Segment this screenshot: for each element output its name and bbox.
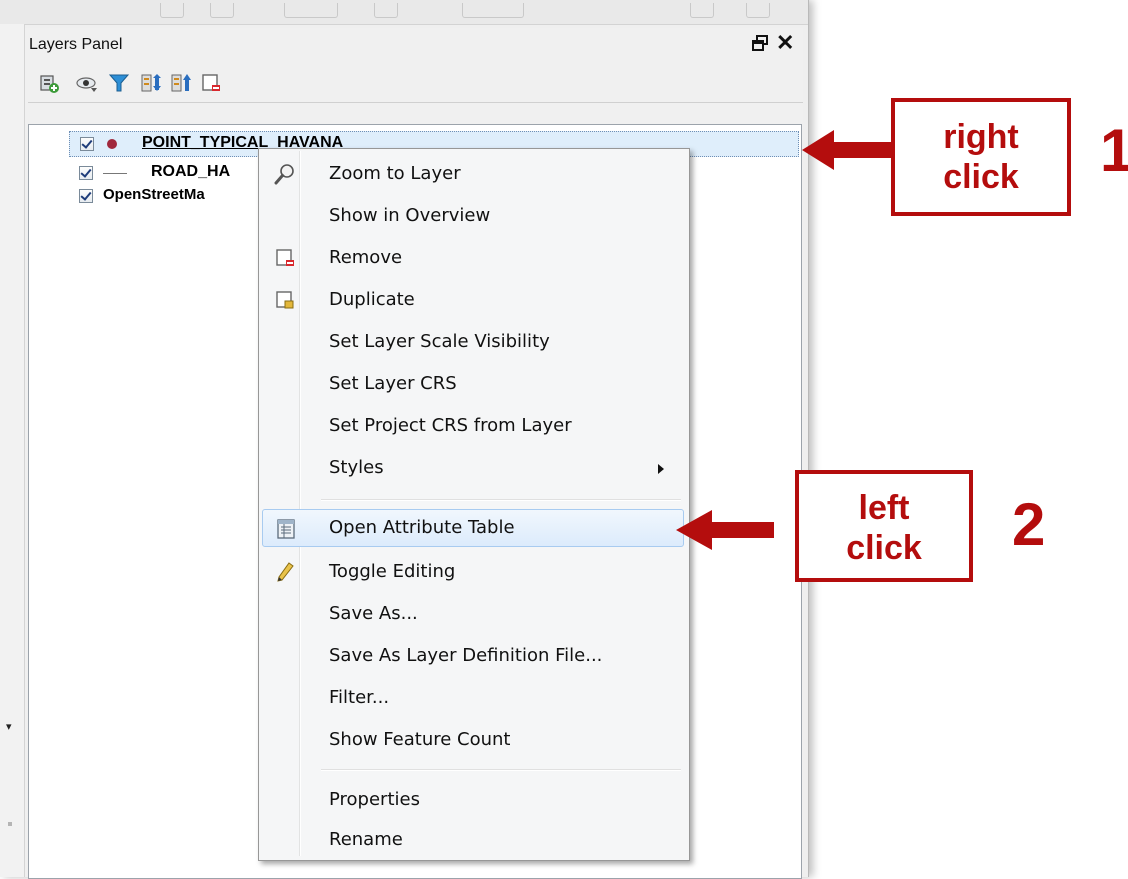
left-dock-gutter: ▾ bbox=[0, 24, 25, 877]
expand-all-icon[interactable] bbox=[140, 72, 162, 94]
menu-item-open-attribute-table[interactable]: Open Attribute Table bbox=[262, 509, 684, 547]
menu-item-zoom-to-layer[interactable]: Zoom to Layer bbox=[262, 155, 684, 193]
panel-title: Layers Panel bbox=[29, 36, 123, 53]
layer-visibility-checkbox[interactable] bbox=[79, 189, 93, 203]
menu-item-save-as-layer-definition[interactable]: Save As Layer Definition File... bbox=[262, 637, 684, 675]
submenu-arrow-icon bbox=[658, 464, 664, 474]
zoom-icon bbox=[274, 164, 294, 185]
filter-icon[interactable] bbox=[108, 72, 130, 94]
menu-separator bbox=[321, 499, 681, 501]
gutter-arrow-icon[interactable]: ▾ bbox=[6, 720, 12, 733]
menu-item-show-in-overview[interactable]: Show in Overview bbox=[262, 197, 684, 235]
duplicate-icon bbox=[276, 291, 294, 309]
gutter-grip-icon bbox=[8, 822, 12, 826]
step1-arrow-icon bbox=[802, 130, 894, 170]
menu-item-filter[interactable]: Filter... bbox=[262, 679, 684, 717]
toolbar-ghost-icon[interactable] bbox=[690, 3, 714, 18]
layer-name-label: OpenStreetMa bbox=[103, 186, 205, 203]
remove-layer-icon[interactable] bbox=[200, 72, 222, 94]
menu-item-save-as[interactable]: Save As... bbox=[262, 595, 684, 633]
menu-item-set-layer-crs[interactable]: Set Layer CRS bbox=[262, 365, 684, 403]
table-icon bbox=[277, 519, 295, 539]
step2-callout: left click bbox=[795, 470, 973, 582]
menu-item-styles[interactable]: Styles bbox=[262, 449, 684, 487]
layer-context-menu: Zoom to Layer Show in Overview Remove Du… bbox=[258, 148, 690, 861]
top-toolbar-strip bbox=[0, 0, 808, 25]
layer-visibility-checkbox[interactable] bbox=[79, 166, 93, 180]
point-symbol-icon bbox=[107, 139, 117, 149]
toolbar-ghost-icon[interactable] bbox=[462, 3, 524, 18]
step1-callout: right click bbox=[891, 98, 1071, 216]
collapse-all-icon[interactable] bbox=[170, 72, 192, 94]
panel-titlebar: Layers Panel ✕ bbox=[25, 28, 803, 62]
step1-number: 1 bbox=[1100, 117, 1128, 184]
float-panel-icon[interactable] bbox=[751, 34, 769, 52]
toolbar-ghost-icon[interactable] bbox=[210, 3, 234, 18]
toolbar-ghost-icon[interactable] bbox=[374, 3, 398, 18]
toolbar-ghost-icon[interactable] bbox=[284, 3, 338, 18]
layer-row-openstreetmap[interactable]: OpenStreetMa bbox=[73, 185, 273, 211]
add-group-icon[interactable] bbox=[38, 72, 60, 94]
close-panel-icon[interactable]: ✕ bbox=[776, 30, 794, 56]
layers-toolbar bbox=[28, 62, 803, 103]
remove-icon bbox=[276, 249, 294, 266]
menu-item-rename[interactable]: Rename bbox=[262, 823, 684, 857]
toolbar-ghost-icon[interactable] bbox=[746, 3, 770, 18]
menu-item-set-layer-scale-visibility[interactable]: Set Layer Scale Visibility bbox=[262, 323, 684, 361]
menu-item-properties[interactable]: Properties bbox=[262, 781, 684, 819]
step2-arrow-icon bbox=[676, 510, 774, 550]
line-symbol-icon bbox=[103, 173, 127, 174]
toolbar-ghost-icon[interactable] bbox=[160, 3, 184, 18]
pencil-icon bbox=[277, 562, 294, 582]
menu-item-duplicate[interactable]: Duplicate bbox=[262, 281, 684, 319]
menu-item-set-project-crs-from-layer[interactable]: Set Project CRS from Layer bbox=[262, 407, 684, 445]
menu-separator bbox=[321, 769, 681, 771]
step2-number: 2 bbox=[1012, 491, 1046, 558]
menu-item-show-feature-count[interactable]: Show Feature Count bbox=[262, 721, 684, 759]
layer-visibility-checkbox[interactable] bbox=[80, 137, 94, 151]
menu-item-toggle-editing[interactable]: Toggle Editing bbox=[262, 553, 684, 591]
layer-name-label: ROAD_HA bbox=[151, 163, 231, 180]
eye-icon[interactable] bbox=[76, 72, 98, 94]
menu-item-remove[interactable]: Remove bbox=[262, 239, 684, 277]
